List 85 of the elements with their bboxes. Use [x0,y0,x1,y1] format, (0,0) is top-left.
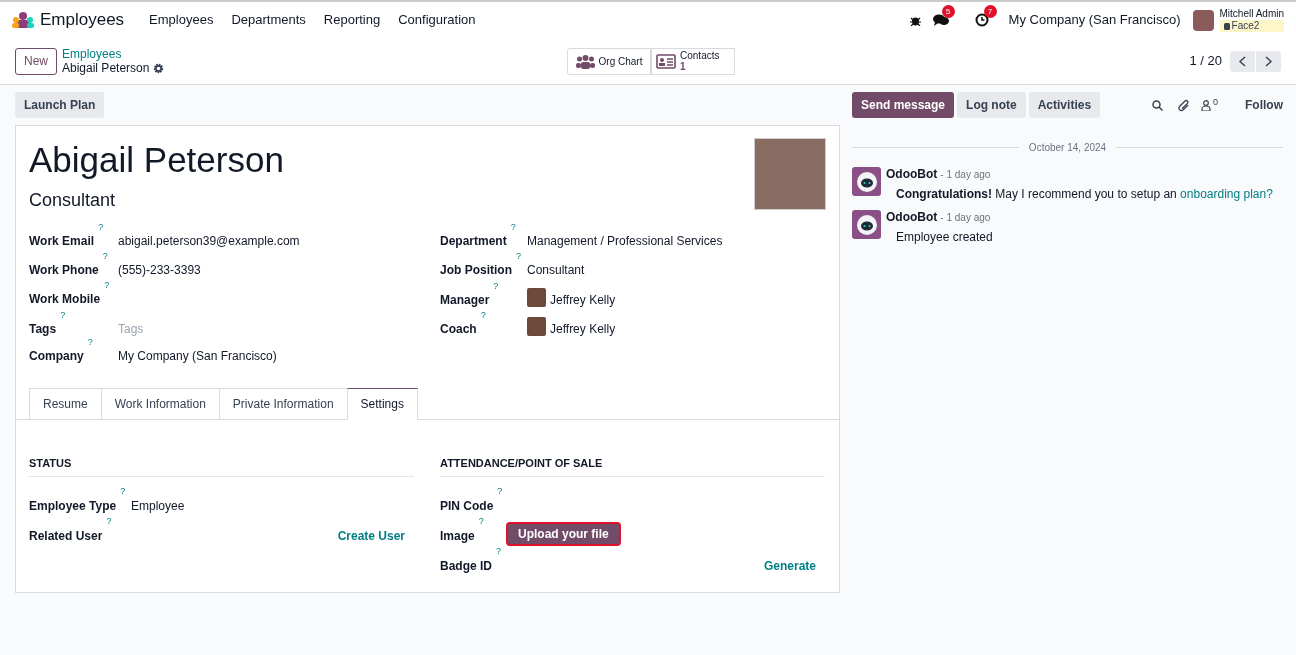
menu-item[interactable]: Departments [222,10,315,30]
tags-input[interactable]: Tags [118,320,318,338]
field-label: Tags [29,321,57,338]
tab[interactable]: Settings [346,388,418,420]
search-icon [1152,99,1163,111]
field-link[interactable]: Generate [763,556,816,575]
robot-avatar-icon [852,167,881,196]
app-logo-icon [12,12,34,28]
smart-button-label: Contacts [680,50,720,61]
date-divider: October 14, 2024 [1027,141,1108,155]
tab[interactable]: Resume [29,388,102,420]
field-label: Company [29,348,84,365]
field-label: Image [440,527,475,545]
person-avatar [527,317,546,336]
count-badge: 7 [983,5,997,18]
field-label: Badge ID [440,557,492,575]
contact-card-icon [656,53,676,69]
menu-item[interactable]: Configuration [389,10,485,30]
field-label: Work Phone [29,262,99,279]
record-name: Abigail Peterson [62,61,150,75]
upload-button[interactable]: Upload your file [508,523,619,544]
field-label: Coach [440,321,477,338]
chatter-button[interactable]: Activities [1028,92,1101,118]
previous-button[interactable] [1230,50,1255,72]
message-body: Employee created [896,229,993,246]
field-value[interactable]: My Company (San Francisco) [118,347,277,365]
robot-avatar-icon [852,210,881,239]
smart-button-label: Org Chart [598,55,643,67]
people-icon [575,53,595,69]
field-label: Work Email [29,233,95,250]
message-author: OdooBot [886,210,938,224]
next-button[interactable] [1256,50,1281,72]
app-name[interactable]: Employees [40,7,125,33]
field-label: PIN Code [440,497,494,515]
message-time: - 1 day ago [940,168,991,182]
company-switcher[interactable]: My Company (San Francisco) [1008,10,1181,30]
user-avatar[interactable] [1192,9,1214,31]
launch-plan-button[interactable]: Launch Plan [15,92,105,118]
chatter-button[interactable]: Send message [852,92,955,118]
user-name[interactable]: Mitchell Admin [1219,8,1284,20]
field-value[interactable]: (555)-233-3393 [118,261,201,279]
breadcrumb-link[interactable]: Employees [62,47,567,61]
message-time: - 1 day ago [940,211,991,225]
field-label: Job Position [440,262,512,279]
chevron-right-icon [1265,55,1272,67]
clock-icon [974,13,991,27]
onboarding-plan-link[interactable]: onboarding plan? [1180,187,1273,201]
database-icon [1223,22,1230,30]
chevron-left-icon [1239,55,1246,67]
paperclip-icon [1178,98,1190,112]
message-body: Congratulations! May I recommend you to setup an onboarding plan? [896,186,1273,203]
smart-button[interactable]: Org Chart [567,47,651,75]
photo-placeholder[interactable] [754,138,826,210]
gear-icon [153,62,165,74]
count-badge: 5 [941,5,955,18]
field-value[interactable]: Jeffrey Kelly [550,291,616,309]
field-value[interactable]: Jeffrey Kelly [550,320,616,338]
field-link[interactable]: Create User [337,526,405,545]
field-value[interactable]: Management / Professional Services [527,232,723,250]
employee-name: Abigail Peterson [29,139,285,181]
job-title: Consultant [29,189,117,212]
field-label: Related User [29,527,103,545]
pager-value: 1 / 20 [1189,52,1222,71]
field-label: Employee Type [29,497,117,515]
menu-item[interactable]: Employees [140,10,223,30]
chat-bubbles-icon [932,13,949,27]
message-author: OdooBot [886,167,938,181]
followers-count: 0 [1213,95,1218,109]
field-value[interactable]: Consultant [527,261,585,279]
smart-button[interactable]: Contacts 1 [651,47,735,75]
field-value[interactable]: abigail.peterson39@example.com [118,232,300,250]
field-label: Department [440,233,507,250]
section-title: STATUS [29,457,72,469]
section-title: ATTENDANCE/POINT OF SALE [440,457,603,469]
smart-button-count: 1 [680,61,686,72]
field-label: Manager [440,292,490,309]
person-avatar [527,288,546,307]
chatter-button[interactable]: Log note [957,92,1026,118]
field-value[interactable]: Employee [131,496,185,515]
database-label: Face2 [1231,20,1260,32]
new-button[interactable]: New [15,47,57,75]
field-label: Work Mobile [29,291,101,308]
follow-button[interactable]: Follow [1245,96,1283,114]
menu-item[interactable]: Reporting [314,10,390,30]
person-icon [1201,99,1211,111]
